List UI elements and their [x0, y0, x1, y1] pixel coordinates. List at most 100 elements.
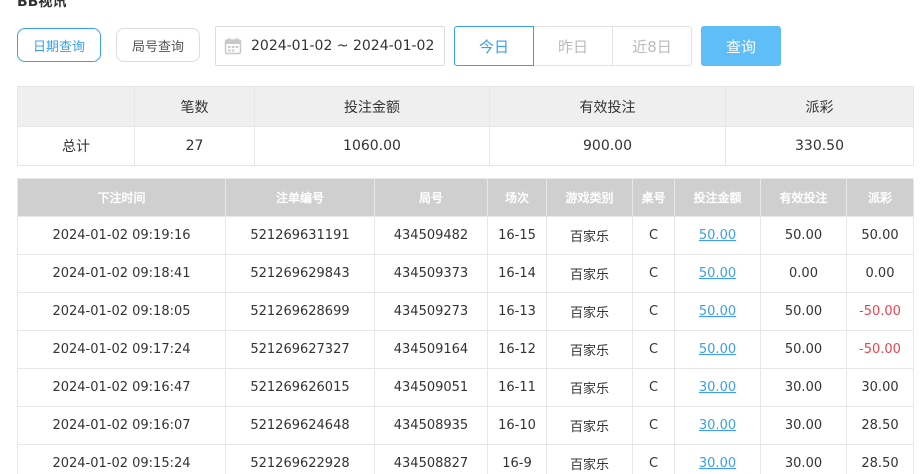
- row-payout: 50.00: [861, 228, 899, 243]
- header-table-number: 桌号: [632, 178, 675, 217]
- row-valid-bet: 30.00: [784, 456, 823, 471]
- table-cell: 434509373: [374, 254, 488, 293]
- summary-header-row: 笔数 投注金额 有效投注 派彩: [17, 86, 914, 127]
- tab-date-query[interactable]: 日期查询: [17, 28, 101, 62]
- page-heading: BB视讯: [17, 0, 67, 10]
- date-range-value: 2024-01-02 ~ 2024-01-02: [251, 38, 435, 54]
- table-cell: C: [632, 444, 675, 474]
- table-cell: 50.00: [760, 292, 847, 331]
- row-payout: 28.50: [861, 456, 899, 471]
- summary-total-label: 总计: [17, 126, 135, 166]
- summary-header-cell: [17, 86, 135, 127]
- quick-last8days-button[interactable]: 近8日: [612, 26, 692, 66]
- quick-today-button[interactable]: 今日: [454, 26, 534, 66]
- date-range-input[interactable]: 2024-01-02 ~ 2024-01-02: [215, 26, 445, 66]
- table-cell: 50.00: [760, 330, 847, 369]
- summary-total-bet: 1060.00: [254, 126, 490, 166]
- summary-header-bet: 投注金额: [254, 86, 490, 127]
- table-cell: 30.00: [674, 444, 761, 474]
- row-bet-amount-link[interactable]: 30.00: [699, 380, 736, 395]
- row-order-number: 521269629843: [250, 266, 350, 281]
- summary-header-valid: 有效投注: [489, 86, 726, 127]
- quick-yesterday-button[interactable]: 昨日: [533, 26, 613, 66]
- row-order-number: 521269627327: [250, 342, 350, 357]
- table-cell: 百家乐: [546, 292, 633, 331]
- row-table-number: C: [648, 304, 659, 319]
- table-cell: 521269622928: [225, 444, 375, 474]
- table-cell: 2024-01-02 09:16:47: [17, 368, 226, 407]
- row-session: 16-10: [498, 418, 536, 433]
- tab-round-query[interactable]: 局号查询: [116, 28, 200, 62]
- table-cell: 521269624648: [225, 406, 375, 445]
- row-bet-time: 2024-01-02 09:18:41: [52, 266, 191, 281]
- row-bet-amount-link[interactable]: 30.00: [699, 456, 736, 471]
- table-cell: 百家乐: [546, 330, 633, 369]
- row-table-number: C: [648, 456, 659, 471]
- row-valid-bet: 50.00: [784, 304, 823, 319]
- table-cell: 16-10: [487, 406, 547, 445]
- table-cell: 30.00: [674, 406, 761, 445]
- table-cell: 0.00: [846, 254, 914, 293]
- table-row: 2024-01-02 09:18:05 521269628699 434509273…: [17, 292, 914, 331]
- row-session: 16-15: [498, 228, 536, 243]
- table-cell: 434509482: [374, 216, 488, 255]
- header-game-type: 游戏类别: [546, 178, 633, 217]
- row-game-type: 百家乐: [569, 230, 609, 245]
- row-game-type: 百家乐: [569, 458, 609, 473]
- header-order-number: 注单编号: [225, 178, 375, 217]
- row-round-number: 434509164: [393, 342, 469, 357]
- row-game-type: 百家乐: [569, 420, 609, 435]
- filter-toolbar: 日期查询 局号查询 2024-01-02 ~ 2024-01-02 今日 昨日 …: [17, 26, 787, 66]
- row-payout: 28.50: [861, 418, 899, 433]
- row-session: 16-12: [498, 342, 536, 357]
- table-row: 2024-01-02 09:16:47 521269626015 434509051…: [17, 368, 914, 407]
- row-bet-amount-link[interactable]: 50.00: [699, 304, 736, 319]
- row-order-number: 521269631191: [250, 228, 350, 243]
- header-bet-amount: 投注金额: [674, 178, 761, 217]
- table-cell: C: [632, 292, 675, 331]
- table-cell: 30.00: [674, 368, 761, 407]
- row-session: 16-11: [498, 380, 536, 395]
- row-payout: 30.00: [861, 380, 899, 395]
- table-cell: 50.00: [760, 216, 847, 255]
- row-payout: 0.00: [865, 266, 895, 281]
- row-bet-time: 2024-01-02 09:19:16: [52, 228, 191, 243]
- row-game-type: 百家乐: [569, 344, 609, 359]
- summary-total-row: 总计 27 1060.00 900.00 330.50: [17, 126, 914, 166]
- calendar-icon: [224, 37, 242, 55]
- header-bet-time: 下注时间: [17, 178, 226, 217]
- table-cell: 16-15: [487, 216, 547, 255]
- row-bet-amount-link[interactable]: 50.00: [699, 228, 736, 243]
- table-cell: C: [632, 254, 675, 293]
- table-cell: 30.00: [846, 368, 914, 407]
- table-cell: 521269627327: [225, 330, 375, 369]
- table-cell: 434508827: [374, 444, 488, 474]
- row-order-number: 521269628699: [250, 304, 350, 319]
- table-cell: 2024-01-02 09:19:16: [17, 216, 226, 255]
- row-game-type: 百家乐: [569, 268, 609, 283]
- table-cell: -50.00: [846, 292, 914, 331]
- table-cell: 30.00: [760, 368, 847, 407]
- table-cell: C: [632, 216, 675, 255]
- row-bet-amount-link[interactable]: 50.00: [699, 266, 736, 281]
- table-cell: C: [632, 330, 675, 369]
- detail-body: 2024-01-02 09:19:16 521269631191 434509482…: [17, 216, 914, 474]
- table-cell: 百家乐: [546, 368, 633, 407]
- row-payout: -50.00: [859, 342, 901, 357]
- header-round-number: 局号: [374, 178, 488, 217]
- row-valid-bet: 50.00: [784, 228, 823, 243]
- row-session: 16-14: [498, 266, 536, 281]
- row-bet-amount-link[interactable]: 50.00: [699, 342, 736, 357]
- table-cell: 434508935: [374, 406, 488, 445]
- row-table-number: C: [648, 342, 659, 357]
- table-cell: 434509051: [374, 368, 488, 407]
- table-cell: 2024-01-02 09:18:05: [17, 292, 226, 331]
- row-order-number: 521269622928: [250, 456, 350, 471]
- row-session: 16-9: [502, 456, 532, 471]
- row-order-number: 521269624648: [250, 418, 350, 433]
- row-bet-amount-link[interactable]: 30.00: [699, 418, 736, 433]
- query-button[interactable]: 查询: [701, 26, 781, 66]
- header-valid-bet: 有效投注: [760, 178, 847, 217]
- row-bet-time: 2024-01-02 09:15:24: [52, 456, 191, 471]
- row-round-number: 434508827: [393, 456, 469, 471]
